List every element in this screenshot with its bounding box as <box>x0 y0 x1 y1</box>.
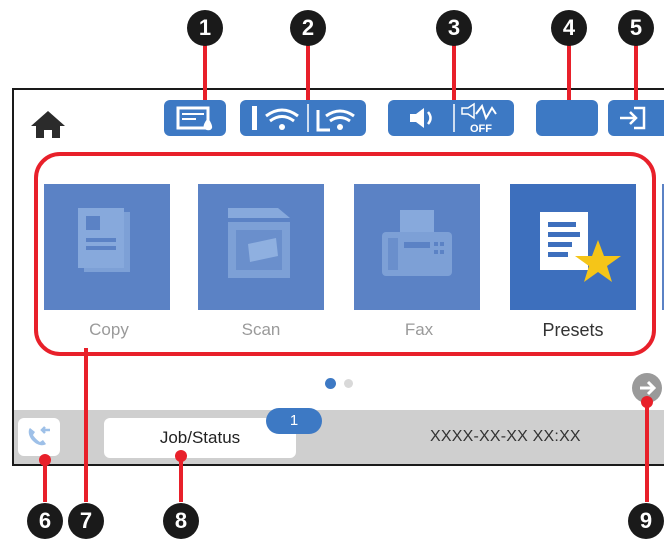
leader-dot-9 <box>641 396 653 408</box>
leader-line-7 <box>84 348 88 502</box>
page-dot-active <box>325 378 336 389</box>
callout-6: 6 <box>27 503 63 539</box>
copy-tile[interactable] <box>44 184 170 310</box>
leader-line-3 <box>452 44 456 100</box>
callout-9: 9 <box>628 503 664 539</box>
fax-tile[interactable] <box>354 184 480 310</box>
copy-icon <box>78 208 130 272</box>
leader-line-2 <box>306 44 310 100</box>
fax-label: Fax <box>404 320 434 339</box>
leader-line-1 <box>203 44 207 100</box>
phone-incoming-icon <box>28 426 50 446</box>
leader-dot-6 <box>39 454 51 466</box>
presets-label: Presets <box>542 320 604 340</box>
sleep-moon-icon[interactable] <box>536 100 598 136</box>
callout-1: 1 <box>187 10 223 46</box>
job-count-badge: 1 <box>266 408 322 434</box>
date-time: XXXX-XX-XX XX:XX <box>430 428 581 445</box>
paper-ink-icon[interactable] <box>164 100 226 136</box>
fax-connection-button[interactable] <box>18 418 60 456</box>
callout-4: 4 <box>551 10 587 46</box>
leader-line-9 <box>645 398 649 502</box>
scan-tile[interactable] <box>198 184 324 310</box>
callout-3: 3 <box>436 10 472 46</box>
callout-2: 2 <box>290 10 326 46</box>
network-status-icon[interactable] <box>240 100 366 136</box>
leader-line-4 <box>567 44 571 100</box>
home-icon[interactable] <box>28 108 68 140</box>
svg-text:OFF: OFF <box>470 123 492 135</box>
scan-icon <box>228 208 290 278</box>
presets-tile[interactable] <box>510 184 636 310</box>
fax-icon <box>382 210 452 276</box>
callout-7: 7 <box>68 503 104 539</box>
leader-dot-8 <box>175 450 187 462</box>
presets-icon <box>540 212 621 282</box>
leader-line-6 <box>43 460 47 502</box>
copy-label: Copy <box>89 320 129 339</box>
page-dot <box>344 379 353 388</box>
sound-status-icon[interactable]: OFF <box>388 100 514 136</box>
leader-line-5 <box>634 44 638 100</box>
callout-5: 5 <box>618 10 654 46</box>
scan-label: Scan <box>241 320 281 339</box>
leader-line-8 <box>179 456 183 502</box>
callout-8: 8 <box>163 503 199 539</box>
sign-in-icon[interactable] <box>608 100 664 136</box>
